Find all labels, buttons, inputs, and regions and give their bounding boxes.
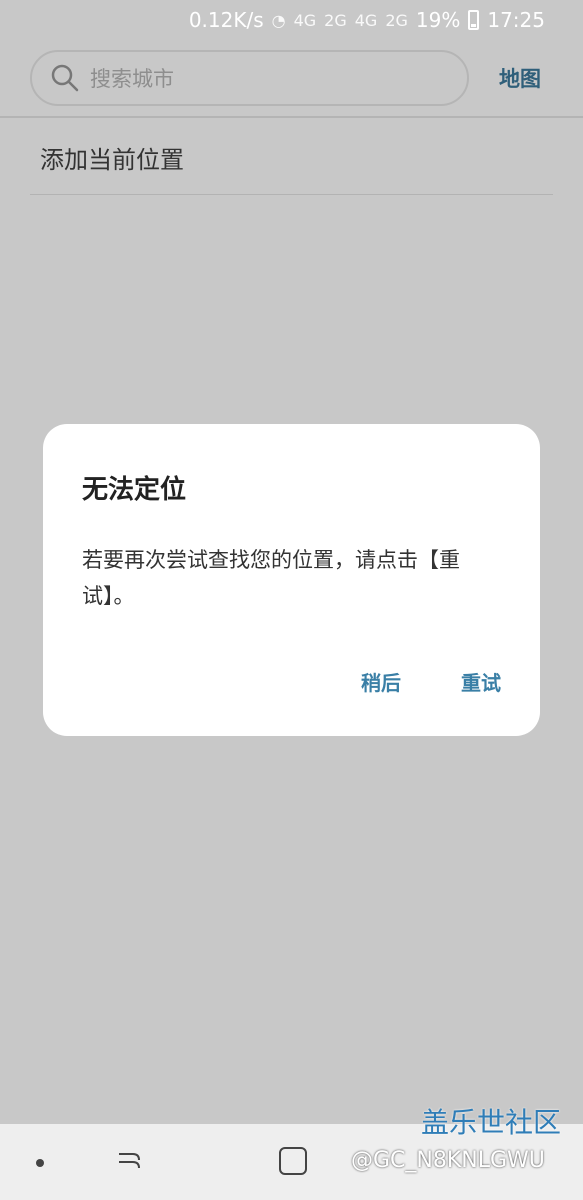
recent-apps-icon[interactable] [115,1146,145,1176]
battery-percentage: 19% [415,8,461,32]
network-2g-label-secondary: 2G [385,10,408,30]
network-4g-label: 4G [293,10,317,30]
search-input[interactable]: 搜索城市 [30,50,469,106]
nav-dot-icon[interactable] [36,1159,44,1167]
search-icon [50,63,80,93]
wifi-icon: ◔ [271,10,286,30]
network-2g-label: 2G [324,10,347,30]
dialog-message: 若要再次尝试查找您的位置，请点击【重试】。 [82,548,460,608]
map-button[interactable]: 地图 [499,63,541,93]
location-error-dialog: 无法定位 若要再次尝试查找您的位置，请点击【重试】。 稍后 重试 [43,424,540,736]
battery-icon [468,10,480,30]
dialog-actions: 稍后 重试 [361,667,501,696]
search-placeholder: 搜索城市 [90,67,174,91]
add-current-location-item[interactable]: 添加当前位置 [40,140,184,175]
watermark-brand: 盖乐世社区 [421,1106,562,1139]
clock: 17:25 [487,8,545,32]
top-divider [0,116,583,118]
home-icon[interactable] [279,1147,307,1175]
dialog-title: 无法定位 [82,475,187,505]
status-bar: 0.12K/s ◔ 4G 2G 4G 2G 19% 17:25 [0,0,583,40]
network-speed: 0.12K/s [188,8,264,32]
watermark-user-id: @GC_N8KNLGWU [351,1148,545,1173]
later-button[interactable]: 稍后 [361,667,401,696]
search-row: 搜索城市 地图 [0,48,583,108]
network-4g-label-secondary: 4G [354,10,378,30]
list-divider [30,194,553,195]
retry-button[interactable]: 重试 [461,667,501,696]
